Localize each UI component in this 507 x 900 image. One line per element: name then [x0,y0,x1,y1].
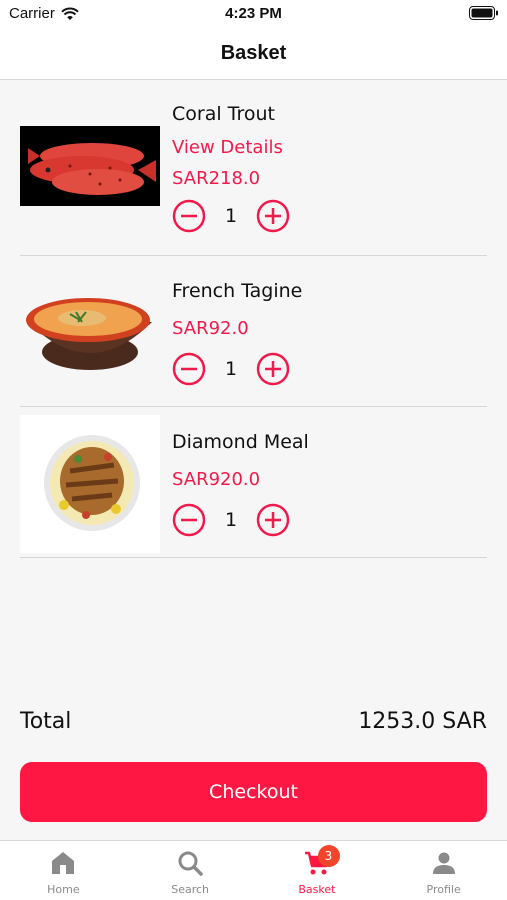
battery-icon [469,6,498,20]
checkout-button[interactable]: Checkout [20,762,487,822]
tab-basket[interactable]: 3 Basket [254,841,381,900]
item-price: SAR218.0 [172,168,261,189]
decrease-quantity-button[interactable] [172,199,206,233]
tab-bar: Home Search 3 Basket Profile [0,840,507,900]
french-tagine-image [26,298,152,370]
increase-quantity-button[interactable] [256,199,290,233]
home-icon [52,852,75,874]
tab-label: Basket [298,883,336,896]
total-label: Total [20,708,72,734]
increase-quantity-button[interactable] [256,352,290,386]
search-icon [178,851,203,876]
tab-search[interactable]: Search [127,841,254,900]
quantity-value: 1 [224,509,238,531]
total-row: Total 1253.0 SAR [20,704,487,738]
item-name: French Tagine [172,280,303,302]
decrease-quantity-button[interactable] [172,503,206,537]
clock: 4:23 PM [225,5,282,22]
view-details-link[interactable]: View Details [172,137,283,158]
coral-trout-image [20,126,160,206]
tab-home[interactable]: Home [0,841,127,900]
decrease-quantity-button[interactable] [172,352,206,386]
basket-count-badge: 3 [317,845,340,867]
quantity-stepper: 1 [172,503,290,537]
increase-quantity-button[interactable] [256,503,290,537]
basket-item-french-tagine: French Tagine SAR92.0 1 [20,256,487,407]
quantity-stepper: 1 [172,352,290,386]
person-icon [432,852,455,874]
diamond-meal-image [20,415,160,553]
item-name: Diamond Meal [172,431,309,453]
total-value: 1253.0 SAR [358,708,487,734]
tab-label: Search [171,883,210,896]
item-price: SAR92.0 [172,318,249,339]
tab-label: Profile [426,883,461,896]
item-name: Coral Trout [172,103,275,125]
basket-item-diamond-meal: Diamond Meal SAR920.0 1 [20,407,487,558]
tab-profile[interactable]: Profile [380,841,507,900]
page-title: Basket [220,42,287,64]
quantity-stepper: 1 [172,199,290,233]
basket-list: Coral Trout View Details SAR218.0 1 Fren… [20,80,487,558]
item-price: SAR920.0 [172,469,261,490]
navigation-bar: Basket [0,28,507,80]
status-bar: Carrier 4:23 PM [0,0,507,28]
quantity-value: 1 [224,358,238,380]
quantity-value: 1 [224,205,238,227]
tab-label: Home [47,883,80,896]
basket-item-coral-trout: Coral Trout View Details SAR218.0 1 [20,80,487,256]
